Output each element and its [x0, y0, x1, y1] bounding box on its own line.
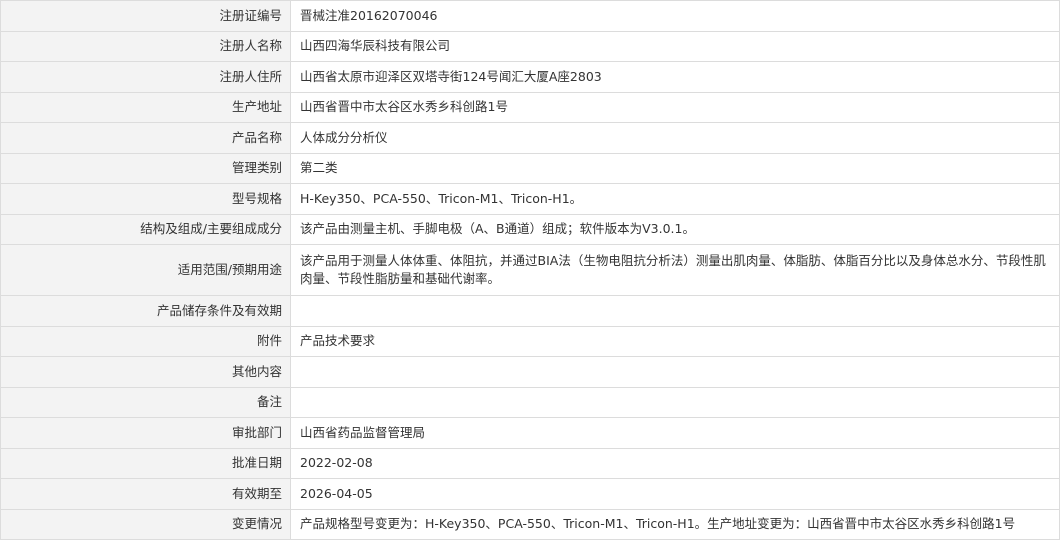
table-row: 产品储存条件及有效期 [0, 295, 1060, 327]
row-label-attachment: 附件 [0, 325, 291, 357]
row-label-registration-number: 注册证编号 [0, 0, 291, 32]
row-value-storage-validity [290, 295, 1060, 327]
row-value-production-address: 山西省晋中市太谷区水秀乡科创路1号 [290, 91, 1060, 123]
table-row: 适用范围/预期用途 该产品用于测量人体体重、体阻抗，并通过BIA法（生物电阻抗分… [0, 244, 1060, 296]
row-value-registrant-name: 山西四海华辰科技有限公司 [290, 30, 1060, 62]
row-label-management-category: 管理类别 [0, 152, 291, 184]
row-label-remarks: 备注 [0, 386, 291, 418]
table-row: 批准日期 2022-02-08 [0, 447, 1060, 479]
row-label-product-name: 产品名称 [0, 122, 291, 154]
row-value-structure-composition: 该产品由测量主机、手脚电极（A、B通道）组成；软件版本为V3.0.1。 [290, 213, 1060, 245]
row-label-change-history: 变更情况 [0, 508, 291, 540]
registration-detail-table: 注册证编号 晋械注准20162070046 注册人名称 山西四海华辰科技有限公司… [0, 0, 1060, 540]
table-row: 产品名称 人体成分分析仪 [0, 122, 1060, 154]
table-row: 生产地址 山西省晋中市太谷区水秀乡科创路1号 [0, 91, 1060, 123]
table-row: 变更情况 产品规格型号变更为：H-Key350、PCA-550、Tricon-M… [0, 508, 1060, 540]
row-value-management-category: 第二类 [290, 152, 1060, 184]
row-label-valid-until: 有效期至 [0, 478, 291, 510]
row-label-model-spec: 型号规格 [0, 183, 291, 215]
table-row: 附件 产品技术要求 [0, 325, 1060, 357]
table-row: 审批部门 山西省药品监督管理局 [0, 417, 1060, 449]
table-row: 管理类别 第二类 [0, 152, 1060, 184]
table-row: 注册人住所 山西省太原市迎泽区双塔寺街124号闻汇大厦A座2803 [0, 61, 1060, 93]
row-value-other-content [290, 356, 1060, 388]
row-label-approval-department: 审批部门 [0, 417, 291, 449]
row-value-model-spec: H-Key350、PCA-550、Tricon-M1、Tricon-H1。 [290, 183, 1060, 215]
row-label-structure-composition: 结构及组成/主要组成成分 [0, 213, 291, 245]
row-value-change-history: 产品规格型号变更为：H-Key350、PCA-550、Tricon-M1、Tri… [290, 508, 1060, 540]
row-value-registration-number: 晋械注准20162070046 [290, 0, 1060, 32]
row-value-approval-date: 2022-02-08 [290, 447, 1060, 479]
row-label-intended-use: 适用范围/预期用途 [0, 244, 291, 296]
table-row: 结构及组成/主要组成成分 该产品由测量主机、手脚电极（A、B通道）组成；软件版本… [0, 213, 1060, 245]
row-value-valid-until: 2026-04-05 [290, 478, 1060, 510]
row-value-remarks [290, 386, 1060, 418]
row-value-intended-use: 该产品用于测量人体体重、体阻抗，并通过BIA法（生物电阻抗分析法）测量出肌肉量、… [290, 244, 1060, 296]
row-label-storage-validity: 产品储存条件及有效期 [0, 295, 291, 327]
row-value-product-name: 人体成分分析仪 [290, 122, 1060, 154]
row-value-registrant-address: 山西省太原市迎泽区双塔寺街124号闻汇大厦A座2803 [290, 61, 1060, 93]
table-row: 型号规格 H-Key350、PCA-550、Tricon-M1、Tricon-H… [0, 183, 1060, 215]
row-label-production-address: 生产地址 [0, 91, 291, 123]
table-row: 其他内容 [0, 356, 1060, 388]
row-label-registrant-address: 注册人住所 [0, 61, 291, 93]
row-label-approval-date: 批准日期 [0, 447, 291, 479]
row-value-approval-department: 山西省药品监督管理局 [290, 417, 1060, 449]
table-row: 注册人名称 山西四海华辰科技有限公司 [0, 30, 1060, 62]
row-value-attachment: 产品技术要求 [290, 325, 1060, 357]
table-row: 备注 [0, 386, 1060, 418]
table-row: 注册证编号 晋械注准20162070046 [0, 0, 1060, 32]
row-label-registrant-name: 注册人名称 [0, 30, 291, 62]
row-label-other-content: 其他内容 [0, 356, 291, 388]
table-row: 有效期至 2026-04-05 [0, 478, 1060, 510]
